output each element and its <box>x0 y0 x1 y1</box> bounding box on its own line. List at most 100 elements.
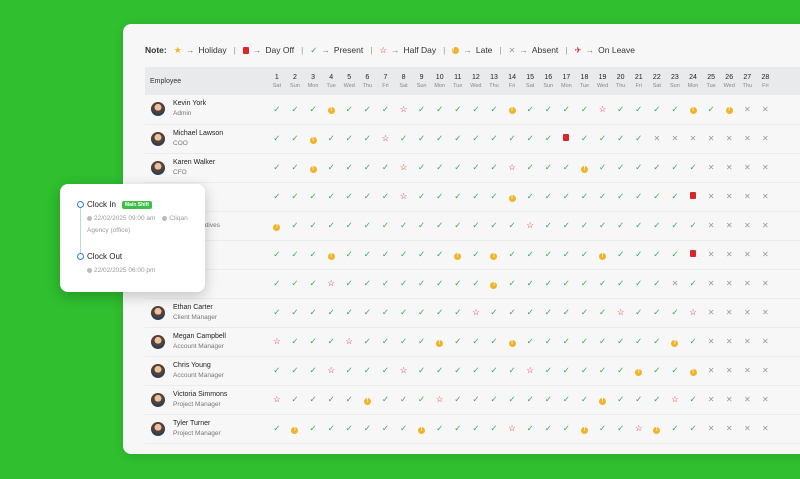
attendance-cell[interactable]: ✓ <box>539 269 557 298</box>
attendance-cell[interactable]: ! <box>304 153 322 182</box>
attendance-cell[interactable]: ✓ <box>539 356 557 385</box>
attendance-cell[interactable]: ✓ <box>268 269 286 298</box>
attendance-cell[interactable]: ✓ <box>340 414 358 443</box>
attendance-cell[interactable]: ✓ <box>612 356 630 385</box>
attendance-cell[interactable]: ☆ <box>594 95 612 124</box>
attendance-cell[interactable]: ✓ <box>612 414 630 443</box>
attendance-cell[interactable]: ✓ <box>612 211 630 240</box>
attendance-cell[interactable]: ✓ <box>630 182 648 211</box>
attendance-cell[interactable]: ✓ <box>304 240 322 269</box>
attendance-cell[interactable]: ✓ <box>594 269 612 298</box>
attendance-cell[interactable]: ✓ <box>394 269 412 298</box>
attendance-cell[interactable]: ✓ <box>286 153 304 182</box>
attendance-cell[interactable]: ✓ <box>684 327 702 356</box>
attendance-cell[interactable]: ! <box>358 385 376 414</box>
attendance-cell[interactable]: ✓ <box>485 182 503 211</box>
attendance-cell[interactable]: ✓ <box>449 153 467 182</box>
attendance-cell[interactable]: ✓ <box>286 182 304 211</box>
attendance-cell[interactable]: ✓ <box>358 240 376 269</box>
attendance-cell[interactable]: ✓ <box>304 414 322 443</box>
attendance-cell[interactable]: ! <box>413 414 431 443</box>
attendance-cell[interactable]: ☆ <box>503 153 521 182</box>
attendance-cell[interactable]: ✓ <box>358 298 376 327</box>
attendance-cell[interactable]: ✓ <box>521 124 539 153</box>
attendance-cell[interactable]: ✕ <box>702 240 720 269</box>
attendance-cell[interactable]: ✓ <box>449 385 467 414</box>
attendance-cell[interactable]: ✓ <box>449 269 467 298</box>
attendance-cell[interactable]: ✓ <box>322 298 340 327</box>
attendance-cell[interactable]: ✓ <box>539 211 557 240</box>
attendance-cell[interactable]: ✕ <box>756 124 774 153</box>
attendance-cell[interactable]: ✓ <box>539 240 557 269</box>
attendance-cell[interactable]: ✓ <box>630 327 648 356</box>
attendance-cell[interactable]: ☆ <box>666 385 684 414</box>
attendance-cell[interactable]: ✕ <box>702 124 720 153</box>
attendance-cell[interactable]: ✓ <box>666 211 684 240</box>
attendance-cell[interactable]: ✓ <box>431 269 449 298</box>
attendance-cell[interactable]: ✓ <box>648 211 666 240</box>
attendance-cell[interactable]: ✓ <box>268 414 286 443</box>
attendance-cell[interactable]: ✓ <box>340 153 358 182</box>
attendance-cell[interactable]: ✓ <box>413 182 431 211</box>
attendance-cell[interactable]: ✓ <box>322 414 340 443</box>
attendance-cell[interactable]: ✓ <box>268 356 286 385</box>
table-row[interactable]: Megan Campbell Account Manager ☆ ✓ ✓ ✓ ☆ ✓ ✓ ✓ ✓! ✓… <box>145 327 800 356</box>
attendance-cell[interactable]: ✓ <box>449 211 467 240</box>
attendance-cell[interactable]: ✓ <box>322 153 340 182</box>
attendance-cell[interactable]: ✓ <box>485 153 503 182</box>
attendance-cell[interactable]: ✕ <box>738 124 756 153</box>
attendance-cell[interactable]: ✓ <box>612 240 630 269</box>
attendance-cell[interactable]: ✓ <box>503 124 521 153</box>
attendance-cell[interactable]: ✓ <box>431 414 449 443</box>
attendance-cell[interactable]: ✓ <box>394 414 412 443</box>
attendance-cell[interactable]: ✕ <box>738 182 756 211</box>
attendance-cell[interactable]: ☆ <box>503 414 521 443</box>
attendance-cell[interactable]: ✕ <box>702 153 720 182</box>
attendance-cell[interactable]: ✓ <box>594 298 612 327</box>
attendance-cell[interactable]: ☆ <box>394 95 412 124</box>
attendance-cell[interactable]: ☆ <box>394 182 412 211</box>
attendance-cell[interactable]: ✕ <box>720 124 738 153</box>
attendance-cell[interactable]: ☆ <box>268 327 286 356</box>
attendance-cell[interactable]: ✓ <box>594 124 612 153</box>
attendance-cell[interactable]: ✓ <box>413 95 431 124</box>
attendance-cell[interactable]: ✓ <box>431 356 449 385</box>
attendance-cell[interactable]: ✓ <box>594 356 612 385</box>
attendance-cell[interactable]: ✓ <box>557 95 575 124</box>
attendance-cell[interactable]: ✓ <box>485 327 503 356</box>
attendance-cell[interactable]: ✓ <box>594 182 612 211</box>
attendance-cell[interactable]: ! <box>575 414 593 443</box>
attendance-cell[interactable]: ✓ <box>449 124 467 153</box>
attendance-cell[interactable]: ✓ <box>413 240 431 269</box>
attendance-cell[interactable]: ☆ <box>467 298 485 327</box>
attendance-cell[interactable]: ✓ <box>286 298 304 327</box>
attendance-cell[interactable]: ✓ <box>648 95 666 124</box>
attendance-cell[interactable]: ✓ <box>449 327 467 356</box>
attendance-cell[interactable]: ✓ <box>648 327 666 356</box>
attendance-cell[interactable]: ☆ <box>340 327 358 356</box>
table-row[interactable]: Representatives!✓✓✓✓✓✓✓✓✓✓✓✓✓☆✓✓✓✓✓✓✓✓✓✕… <box>145 211 800 240</box>
attendance-cell[interactable]: ✕ <box>720 356 738 385</box>
attendance-cell[interactable]: ✓ <box>557 269 575 298</box>
attendance-cell[interactable]: ✓ <box>485 385 503 414</box>
attendance-cell[interactable]: ! <box>485 240 503 269</box>
attendance-cell[interactable]: ✓ <box>684 211 702 240</box>
attendance-cell[interactable]: ✓ <box>394 327 412 356</box>
attendance-cell[interactable]: ✓ <box>648 153 666 182</box>
attendance-cell[interactable]: ✓ <box>467 269 485 298</box>
attendance-cell[interactable]: ✓ <box>268 95 286 124</box>
attendance-cell[interactable]: ✓ <box>503 269 521 298</box>
attendance-cell[interactable]: ✕ <box>738 385 756 414</box>
attendance-cell[interactable]: ✓ <box>358 327 376 356</box>
attendance-cell[interactable]: ✓ <box>431 124 449 153</box>
attendance-cell[interactable]: ✕ <box>738 95 756 124</box>
attendance-cell[interactable]: ✓ <box>521 182 539 211</box>
attendance-cell[interactable]: ✕ <box>738 327 756 356</box>
attendance-cell[interactable]: ✓ <box>376 182 394 211</box>
attendance-cell[interactable]: ✕ <box>756 153 774 182</box>
attendance-cell[interactable]: ✕ <box>738 356 756 385</box>
attendance-cell[interactable]: ✓ <box>521 414 539 443</box>
attendance-cell[interactable]: ☆ <box>322 269 340 298</box>
attendance-cell[interactable]: ✓ <box>340 95 358 124</box>
attendance-cell[interactable]: ✕ <box>720 327 738 356</box>
